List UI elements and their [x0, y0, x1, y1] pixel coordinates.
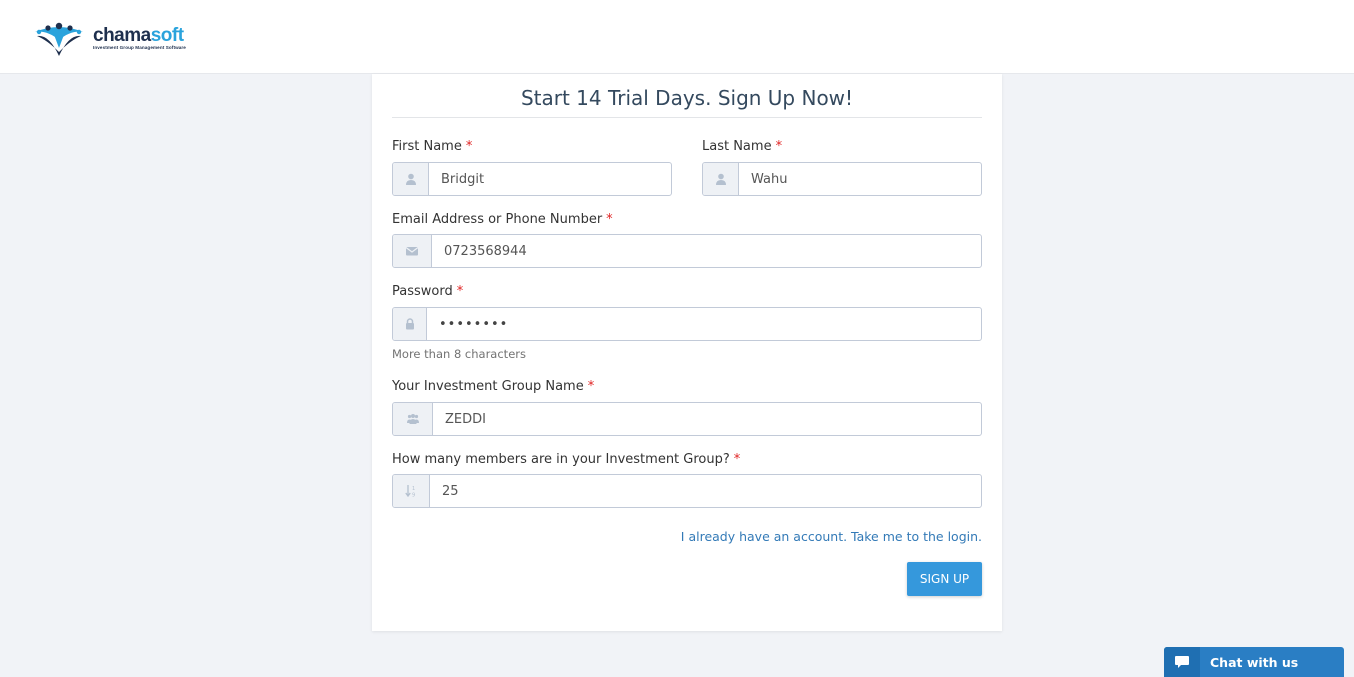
chat-widget-button[interactable]: Chat with us — [1164, 647, 1344, 677]
last-name-label: Last Name * — [702, 139, 783, 154]
chat-label: Chat with us — [1210, 654, 1299, 670]
svg-text:9: 9 — [412, 493, 415, 499]
required-marker: * — [587, 379, 595, 394]
user-icon — [703, 163, 739, 195]
chat-bubble-icon — [1164, 647, 1200, 677]
envelope-icon — [393, 235, 432, 267]
password-help-text: More than 8 characters — [392, 347, 526, 361]
password-input[interactable] — [427, 308, 981, 340]
members-label: How many members are in your Investment … — [392, 452, 741, 467]
users-icon — [393, 403, 433, 435]
signup-card: Start 14 Trial Days. Sign Up Now! First … — [372, 74, 1002, 631]
password-field[interactable] — [392, 307, 982, 341]
email-phone-field[interactable] — [392, 234, 982, 268]
required-marker: * — [456, 284, 464, 299]
required-marker: * — [775, 139, 783, 154]
group-name-input[interactable] — [433, 403, 981, 435]
password-label: Password * — [392, 284, 464, 299]
top-header: chamasoft Investment Group Management So… — [0, 0, 1354, 74]
logo-people-icon — [35, 22, 83, 56]
brand-tagline: Investment Group Management Software — [93, 44, 186, 50]
brand-name: chamasoft — [93, 24, 184, 46]
page-title: Start 14 Trial Days. Sign Up Now! — [392, 84, 982, 118]
last-name-field[interactable] — [702, 162, 982, 196]
first-name-input[interactable] — [429, 163, 671, 195]
email-phone-label: Email Address or Phone Number * — [392, 212, 613, 227]
required-marker: * — [606, 212, 613, 227]
chamasoft-logo[interactable]: chamasoft Investment Group Management So… — [31, 18, 186, 58]
required-marker: * — [465, 139, 473, 154]
svg-text:1: 1 — [412, 486, 415, 492]
members-input[interactable] — [430, 475, 981, 507]
numeric-sort-icon: 19 — [393, 475, 430, 507]
required-marker: * — [733, 452, 741, 467]
login-link[interactable]: I already have an account. Take me to th… — [681, 529, 982, 544]
first-name-label: First Name * — [392, 139, 473, 154]
last-name-input[interactable] — [739, 163, 981, 195]
lock-icon — [393, 308, 427, 340]
email-phone-input[interactable] — [432, 235, 981, 267]
user-icon — [393, 163, 429, 195]
group-name-label: Your Investment Group Name * — [392, 379, 595, 394]
group-name-field[interactable] — [392, 402, 982, 436]
first-name-field[interactable] — [392, 162, 672, 196]
members-field[interactable]: 19 — [392, 474, 982, 508]
sign-up-button[interactable]: SIGN UP — [907, 562, 982, 596]
